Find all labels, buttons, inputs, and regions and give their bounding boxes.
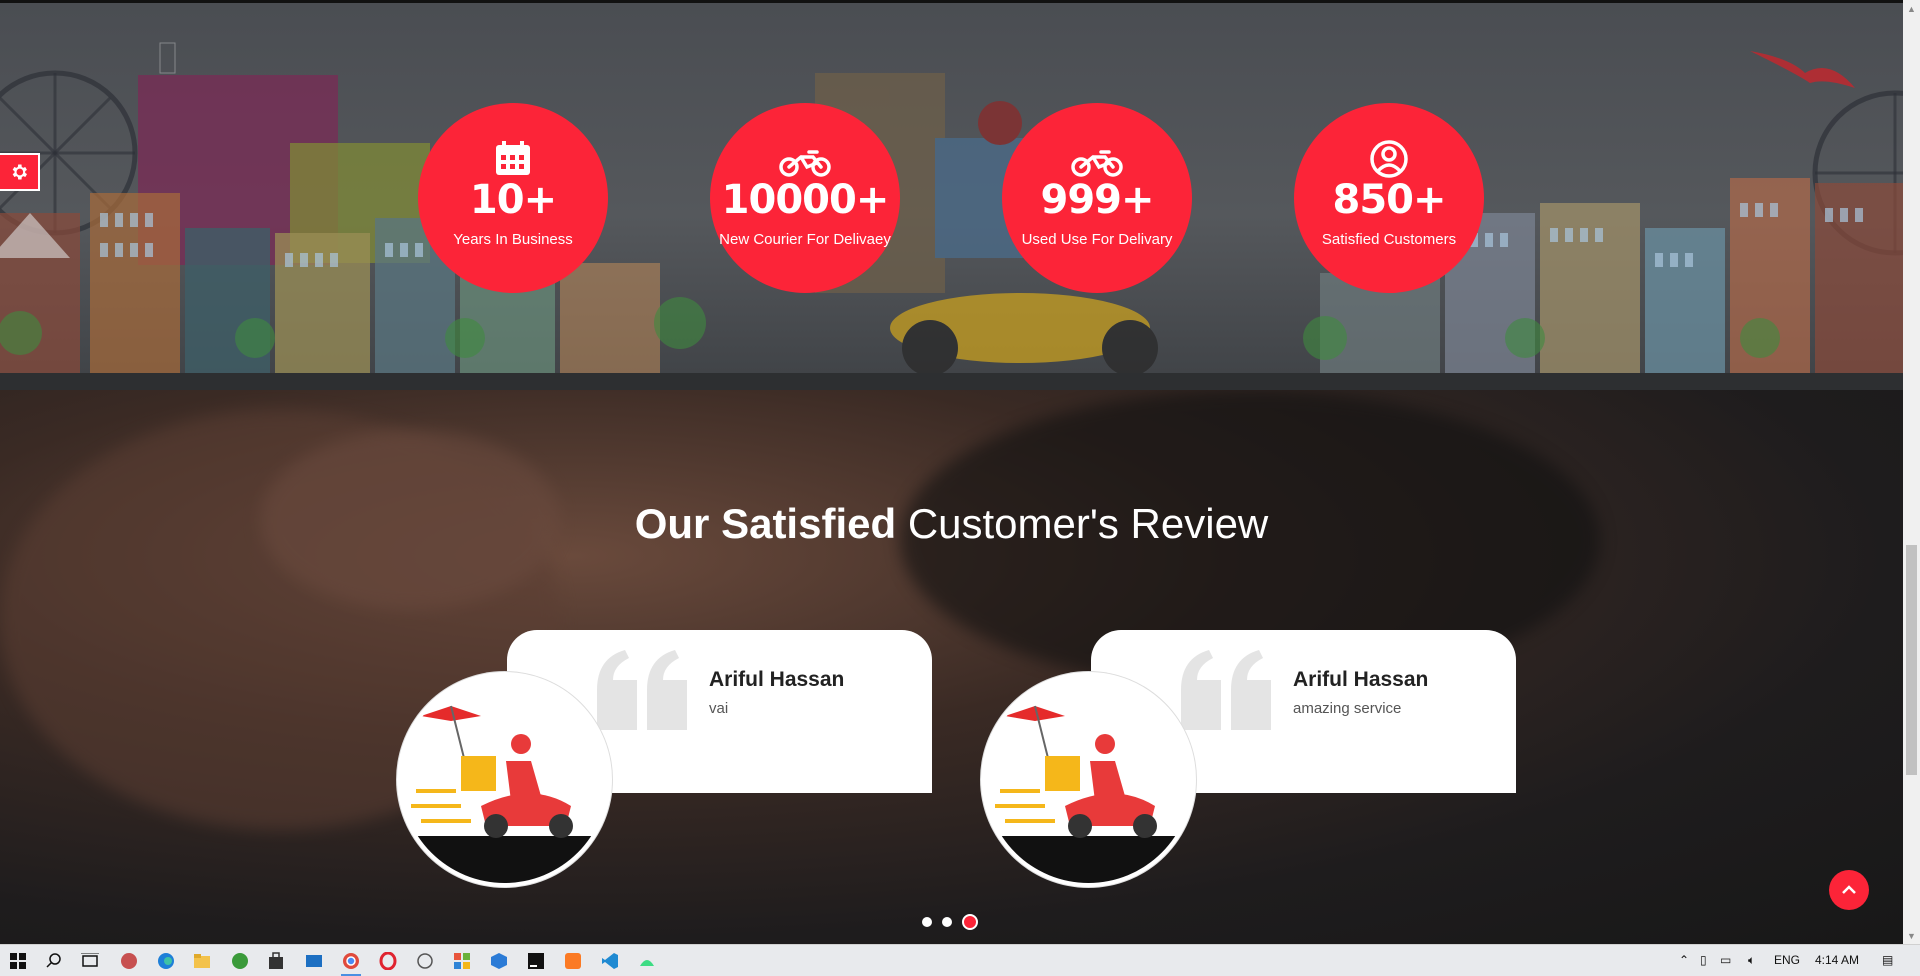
- taskbar-mail[interactable]: [302, 949, 326, 973]
- tray-device-icon[interactable]: ▯: [1700, 953, 1707, 967]
- carousel-dots: [922, 914, 978, 930]
- taskbar-app-4[interactable]: [228, 949, 252, 973]
- gear-icon: [12, 164, 27, 180]
- taskbar-edge[interactable]: [154, 949, 178, 973]
- app-icon: [121, 953, 137, 969]
- xampp-icon: [565, 953, 581, 969]
- browser-viewport: 10+ Years In Business 10000+ New Courier…: [0, 0, 1903, 944]
- volume-icon[interactable]: 🔈︎: [1748, 953, 1755, 968]
- stat-value: 850+: [1332, 177, 1446, 223]
- stat-new-couriers: 10000+ New Courier For Delivaey: [710, 103, 900, 293]
- stat-label: Satisfied Customers: [1321, 231, 1457, 248]
- app-icon: [454, 953, 470, 969]
- quote-icon: [1181, 650, 1271, 730]
- stat-vehicles: 999+ Used Use For Delivary: [1002, 103, 1192, 293]
- scroll-down-arrow[interactable]: ▼: [1903, 927, 1920, 944]
- edge-icon: [158, 953, 174, 969]
- vscode-icon: [602, 953, 618, 969]
- notification-icon[interactable]: ▤: [1882, 953, 1893, 967]
- taskbar-xampp[interactable]: [561, 949, 585, 973]
- taskbar-app-11[interactable]: [487, 949, 511, 973]
- review-text: amazing service: [1293, 700, 1402, 717]
- scroll-to-top-button[interactable]: [1829, 870, 1869, 910]
- reviewer-name: Ariful Hassan: [709, 668, 845, 691]
- stat-value: 10+: [469, 177, 557, 223]
- carousel-dot-2[interactable]: [942, 917, 952, 927]
- windows-icon: [10, 953, 26, 969]
- start-button[interactable]: [6, 949, 30, 973]
- mail-icon: [306, 955, 322, 967]
- folder-icon: [194, 954, 210, 968]
- user-circle-icon: [1370, 140, 1408, 178]
- taskbar-app-1[interactable]: [117, 949, 141, 973]
- delivery-scooter-image: [985, 705, 1192, 883]
- pycharm-icon: [528, 953, 544, 969]
- stat-value: 10000+: [721, 177, 890, 223]
- chrome-icon: [343, 953, 359, 969]
- vertical-scrollbar[interactable]: ▲ ▼: [1903, 0, 1920, 944]
- carousel-dot-3[interactable]: [962, 914, 978, 930]
- taskbar-android-studio[interactable]: [635, 949, 659, 973]
- taskbar-chrome[interactable]: [339, 949, 363, 976]
- store-icon: [269, 952, 283, 969]
- app-icon: [491, 953, 507, 969]
- reviews-section: Our Satisfied Customer's Review Ariful H…: [0, 390, 1903, 944]
- reviewer-name: Ariful Hassan: [1293, 668, 1429, 691]
- task-view-button[interactable]: [78, 949, 102, 973]
- stat-satisfied-customers: 850+ Satisfied Customers: [1294, 103, 1484, 293]
- clock[interactable]: 4:14 AM: [1815, 953, 1859, 967]
- stat-value: 999+: [1040, 177, 1154, 223]
- language-indicator[interactable]: ENG: [1774, 953, 1800, 967]
- settings-toggle-button[interactable]: [0, 153, 40, 191]
- stat-label: New Courier For Delivaey: [719, 231, 891, 248]
- heading-bold: Our Satisfied: [634, 500, 897, 547]
- android-icon: [640, 960, 654, 966]
- review-text: vai: [709, 700, 729, 717]
- motorcycle-icon: [779, 150, 831, 177]
- calendar-icon: [496, 141, 530, 175]
- stats-section: 10+ Years In Business 10000+ New Courier…: [0, 3, 1903, 390]
- taskbar-vscode[interactable]: [598, 949, 622, 973]
- stat-label: Years In Business: [453, 231, 573, 248]
- motorcycle-icon: [1071, 150, 1123, 177]
- search-button[interactable]: [42, 949, 66, 973]
- taskbar: ⌃ ▯ ▭ 🔈︎ ENG 4:14 AM ▤: [0, 944, 1920, 976]
- network-icon[interactable]: ▭: [1720, 953, 1731, 967]
- opera-icon: [379, 952, 397, 970]
- tray-show-hidden-icon[interactable]: ⌃: [1679, 953, 1689, 967]
- stat-label: Used Use For Delivary: [1021, 231, 1173, 248]
- delivery-scooter-image: [401, 705, 608, 883]
- scroll-up-arrow[interactable]: ▲: [1903, 0, 1920, 17]
- carousel-dot-1[interactable]: [922, 917, 932, 927]
- quote-icon: [597, 650, 687, 730]
- taskbar-store[interactable]: [264, 949, 288, 973]
- reviewer-avatar: [397, 672, 612, 887]
- task-view-icon: [81, 953, 99, 967]
- road: [0, 373, 1903, 390]
- taskbar-file-explorer[interactable]: [190, 949, 214, 973]
- taskbar-pycharm[interactable]: [524, 949, 548, 973]
- reviewer-avatar: [981, 672, 1196, 887]
- stat-years-in-business: 10+ Years In Business: [418, 103, 608, 293]
- app-icon: [417, 953, 433, 969]
- section-heading: Our Satisfied Customer's Review: [0, 500, 1903, 548]
- taskbar-app-10[interactable]: [450, 949, 474, 973]
- search-icon: [46, 953, 61, 968]
- scrollbar-thumb[interactable]: [1906, 545, 1917, 775]
- taskbar-opera[interactable]: [376, 949, 400, 973]
- taskbar-app-9[interactable]: [413, 949, 437, 973]
- city-illustration: [0, 42, 1903, 376]
- chevron-up-icon: [1842, 885, 1856, 894]
- app-icon: [232, 953, 248, 969]
- heading-light: Customer's Review: [907, 500, 1269, 547]
